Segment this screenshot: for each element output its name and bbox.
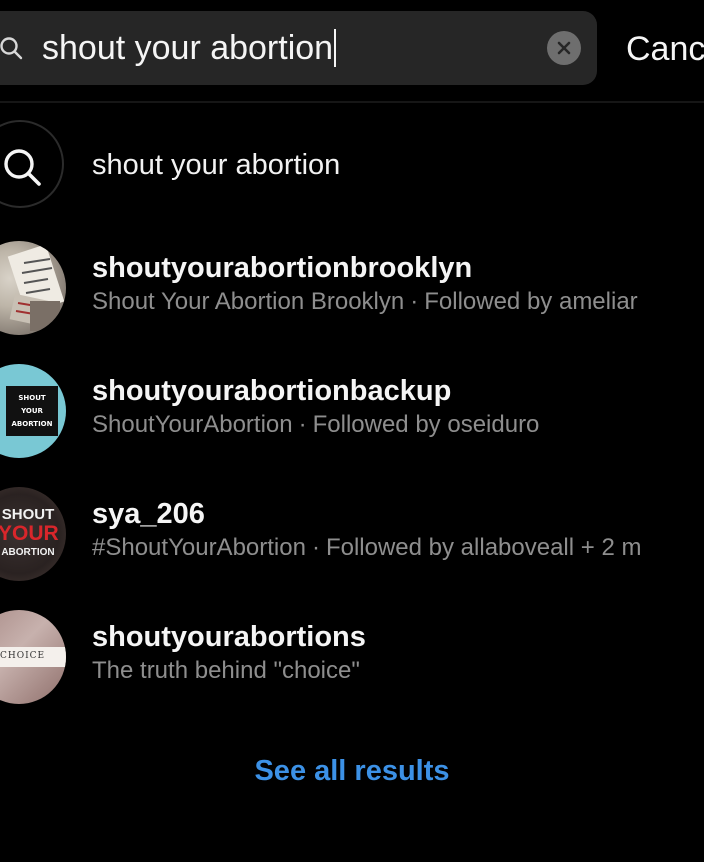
account-subtitle: Shout Your Abortion Brooklyn · Followed by… [92, 287, 704, 317]
search-icon [0, 36, 23, 60]
clear-search-button[interactable] [547, 31, 581, 65]
avatar-logo-line: YOUR [21, 407, 43, 415]
avatar [0, 241, 66, 335]
separator-dot: · [311, 534, 320, 561]
avatar-logo-text: SHOUT YOUR ABORTION [0, 506, 59, 561]
separator-dot: · [298, 411, 307, 438]
account-result-row[interactable]: shoutyourabortionbrooklyn Shout Your Abo… [0, 241, 704, 341]
avatar: SHOUT YOUR ABORTION [0, 487, 66, 581]
avatar-logo-block: SHOUT YOUR ABORTION [6, 386, 58, 436]
avatar-logo-line: ABORTION [11, 420, 53, 428]
account-username: shoutyourabortionbrooklyn [92, 252, 473, 284]
avatar-banner: CHOICE [0, 647, 66, 667]
account-subtitle: ShoutYourAbortion · Followed by oseiduro [92, 410, 704, 440]
account-subtitle: The truth behind "choice" [92, 656, 704, 686]
divider [0, 101, 704, 103]
account-full-name: Shout Your Abortion Brooklyn [92, 288, 405, 315]
avatar: SHOUT YOUR ABORTION [0, 364, 66, 458]
clear-icon [557, 41, 571, 55]
account-result-row[interactable]: SHOUT YOUR ABORTION sya_206 #ShoutYourAb… [0, 487, 704, 587]
account-full-name: ShoutYourAbortion [92, 411, 293, 438]
avatar-logo-line: ABORTION [1, 547, 55, 558]
account-username: shoutyourabortions [92, 621, 366, 653]
followed-by-text: Followed by allaboveall + 2 m [325, 534, 642, 561]
account-result-row[interactable]: CHOICE shoutyourabortions The truth behi… [0, 610, 704, 710]
search-field[interactable]: shout your abortion [0, 11, 597, 85]
text-caret [334, 29, 337, 67]
avatar-logo-line: YOUR [0, 522, 59, 545]
account-subtitle: #ShoutYourAbortion · Followed by allabovea… [92, 533, 704, 563]
search-query-text: shout your abortion [42, 29, 334, 67]
account-full-name: The truth behind "choice" [92, 657, 360, 684]
suggestion-text: shout your abortion [92, 149, 341, 181]
account-username: sya_206 [92, 498, 205, 530]
avatar-banner-text: CHOICE [0, 651, 46, 661]
see-all-results-link[interactable]: See all results [0, 753, 704, 789]
account-full-name: #ShoutYourAbortion [92, 534, 306, 561]
search-input[interactable]: shout your abortion [42, 27, 337, 69]
cancel-button[interactable]: Canc [626, 28, 704, 70]
avatar: CHOICE [0, 610, 66, 704]
followed-by-text: Followed by ameliar [424, 288, 638, 315]
separator-dot: · [410, 288, 419, 315]
suggestion-search-icon [0, 120, 64, 208]
avatar-logo-text: SHOUT YOUR ABORTION [6, 386, 58, 431]
avatar-logo-line: SHOUT [1, 506, 55, 523]
followed-by-text: Followed by oseiduro [312, 411, 540, 438]
account-username: shoutyourabortionbackup [92, 375, 452, 407]
account-result-row[interactable]: SHOUT YOUR ABORTION shoutyourabortionbac… [0, 364, 704, 464]
avatar-logo-line: SHOUT [18, 394, 46, 402]
